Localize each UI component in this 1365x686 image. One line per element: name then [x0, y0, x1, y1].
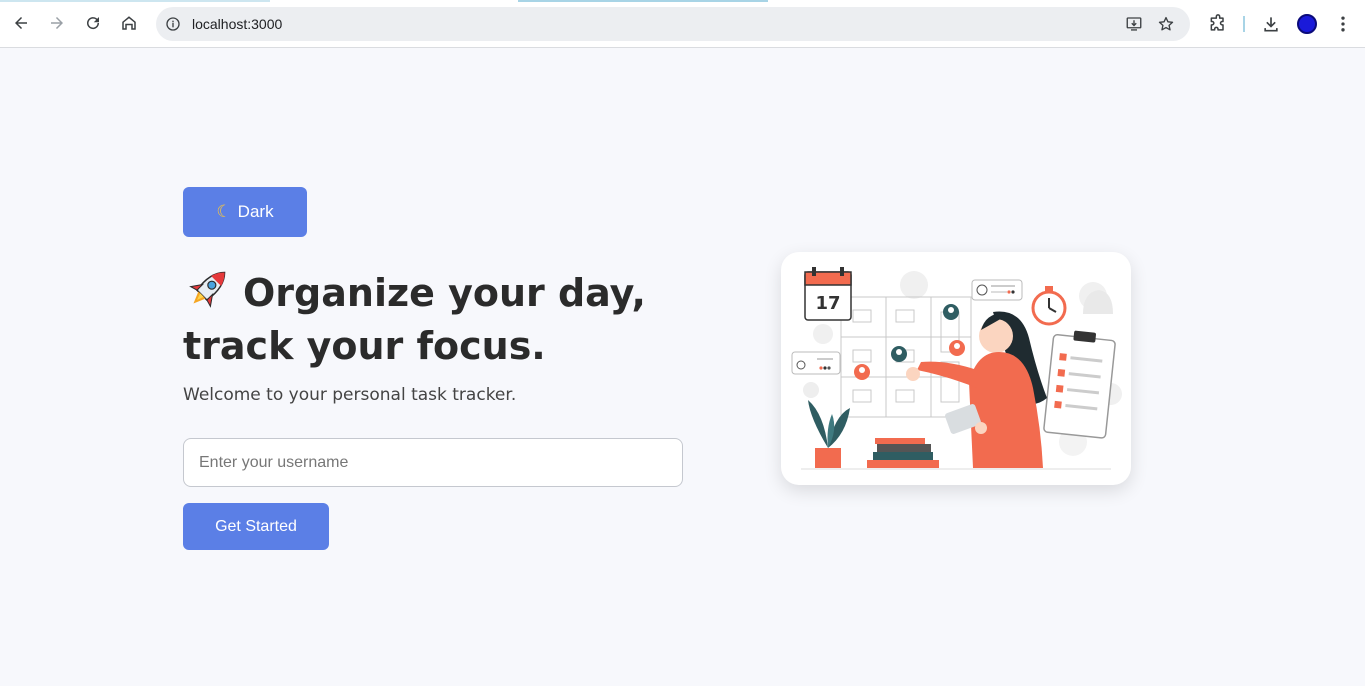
toolbar-divider — [1243, 16, 1245, 32]
extensions-icon[interactable] — [1206, 12, 1230, 36]
install-app-icon[interactable] — [1125, 15, 1143, 33]
headline-line-1: Organize your day, — [243, 271, 646, 315]
task-planning-illustration: 17 — [781, 252, 1131, 485]
home-icon[interactable] — [116, 10, 142, 36]
profile-avatar[interactable] — [1297, 14, 1317, 34]
calendar-day-number: 17 — [815, 293, 840, 314]
url-text: localhost:3000 — [192, 16, 283, 32]
browser-toolbar: localhost:3000 — [0, 0, 1365, 48]
reload-icon[interactable] — [80, 10, 106, 36]
tab-strip-edge — [0, 0, 1365, 2]
dark-mode-toggle-label: Dark — [237, 202, 274, 221]
download-icon[interactable] — [1259, 12, 1283, 36]
stopwatch-icon — [1031, 286, 1067, 326]
welcome-subtitle: Welcome to your personal task tracker. — [183, 385, 517, 405]
calendar-icon: 17 — [804, 267, 852, 321]
get-started-button[interactable]: Get Started — [183, 503, 329, 550]
headline-line-2: track your focus. — [183, 324, 546, 368]
page-headline: Organize your day, track your focus. — [183, 264, 663, 373]
forward-icon[interactable] — [44, 10, 70, 36]
address-bar[interactable]: localhost:3000 — [156, 7, 1190, 41]
username-input[interactable] — [183, 438, 683, 487]
back-icon[interactable] — [8, 10, 34, 36]
more-menu-icon[interactable] — [1331, 12, 1355, 36]
site-info-icon[interactable] — [164, 15, 182, 33]
moon-icon: ☾ — [216, 202, 232, 222]
dark-mode-toggle-button[interactable]: ☾ Dark — [183, 187, 307, 237]
bookmark-star-icon[interactable] — [1157, 15, 1175, 33]
rocket-icon — [189, 271, 226, 308]
